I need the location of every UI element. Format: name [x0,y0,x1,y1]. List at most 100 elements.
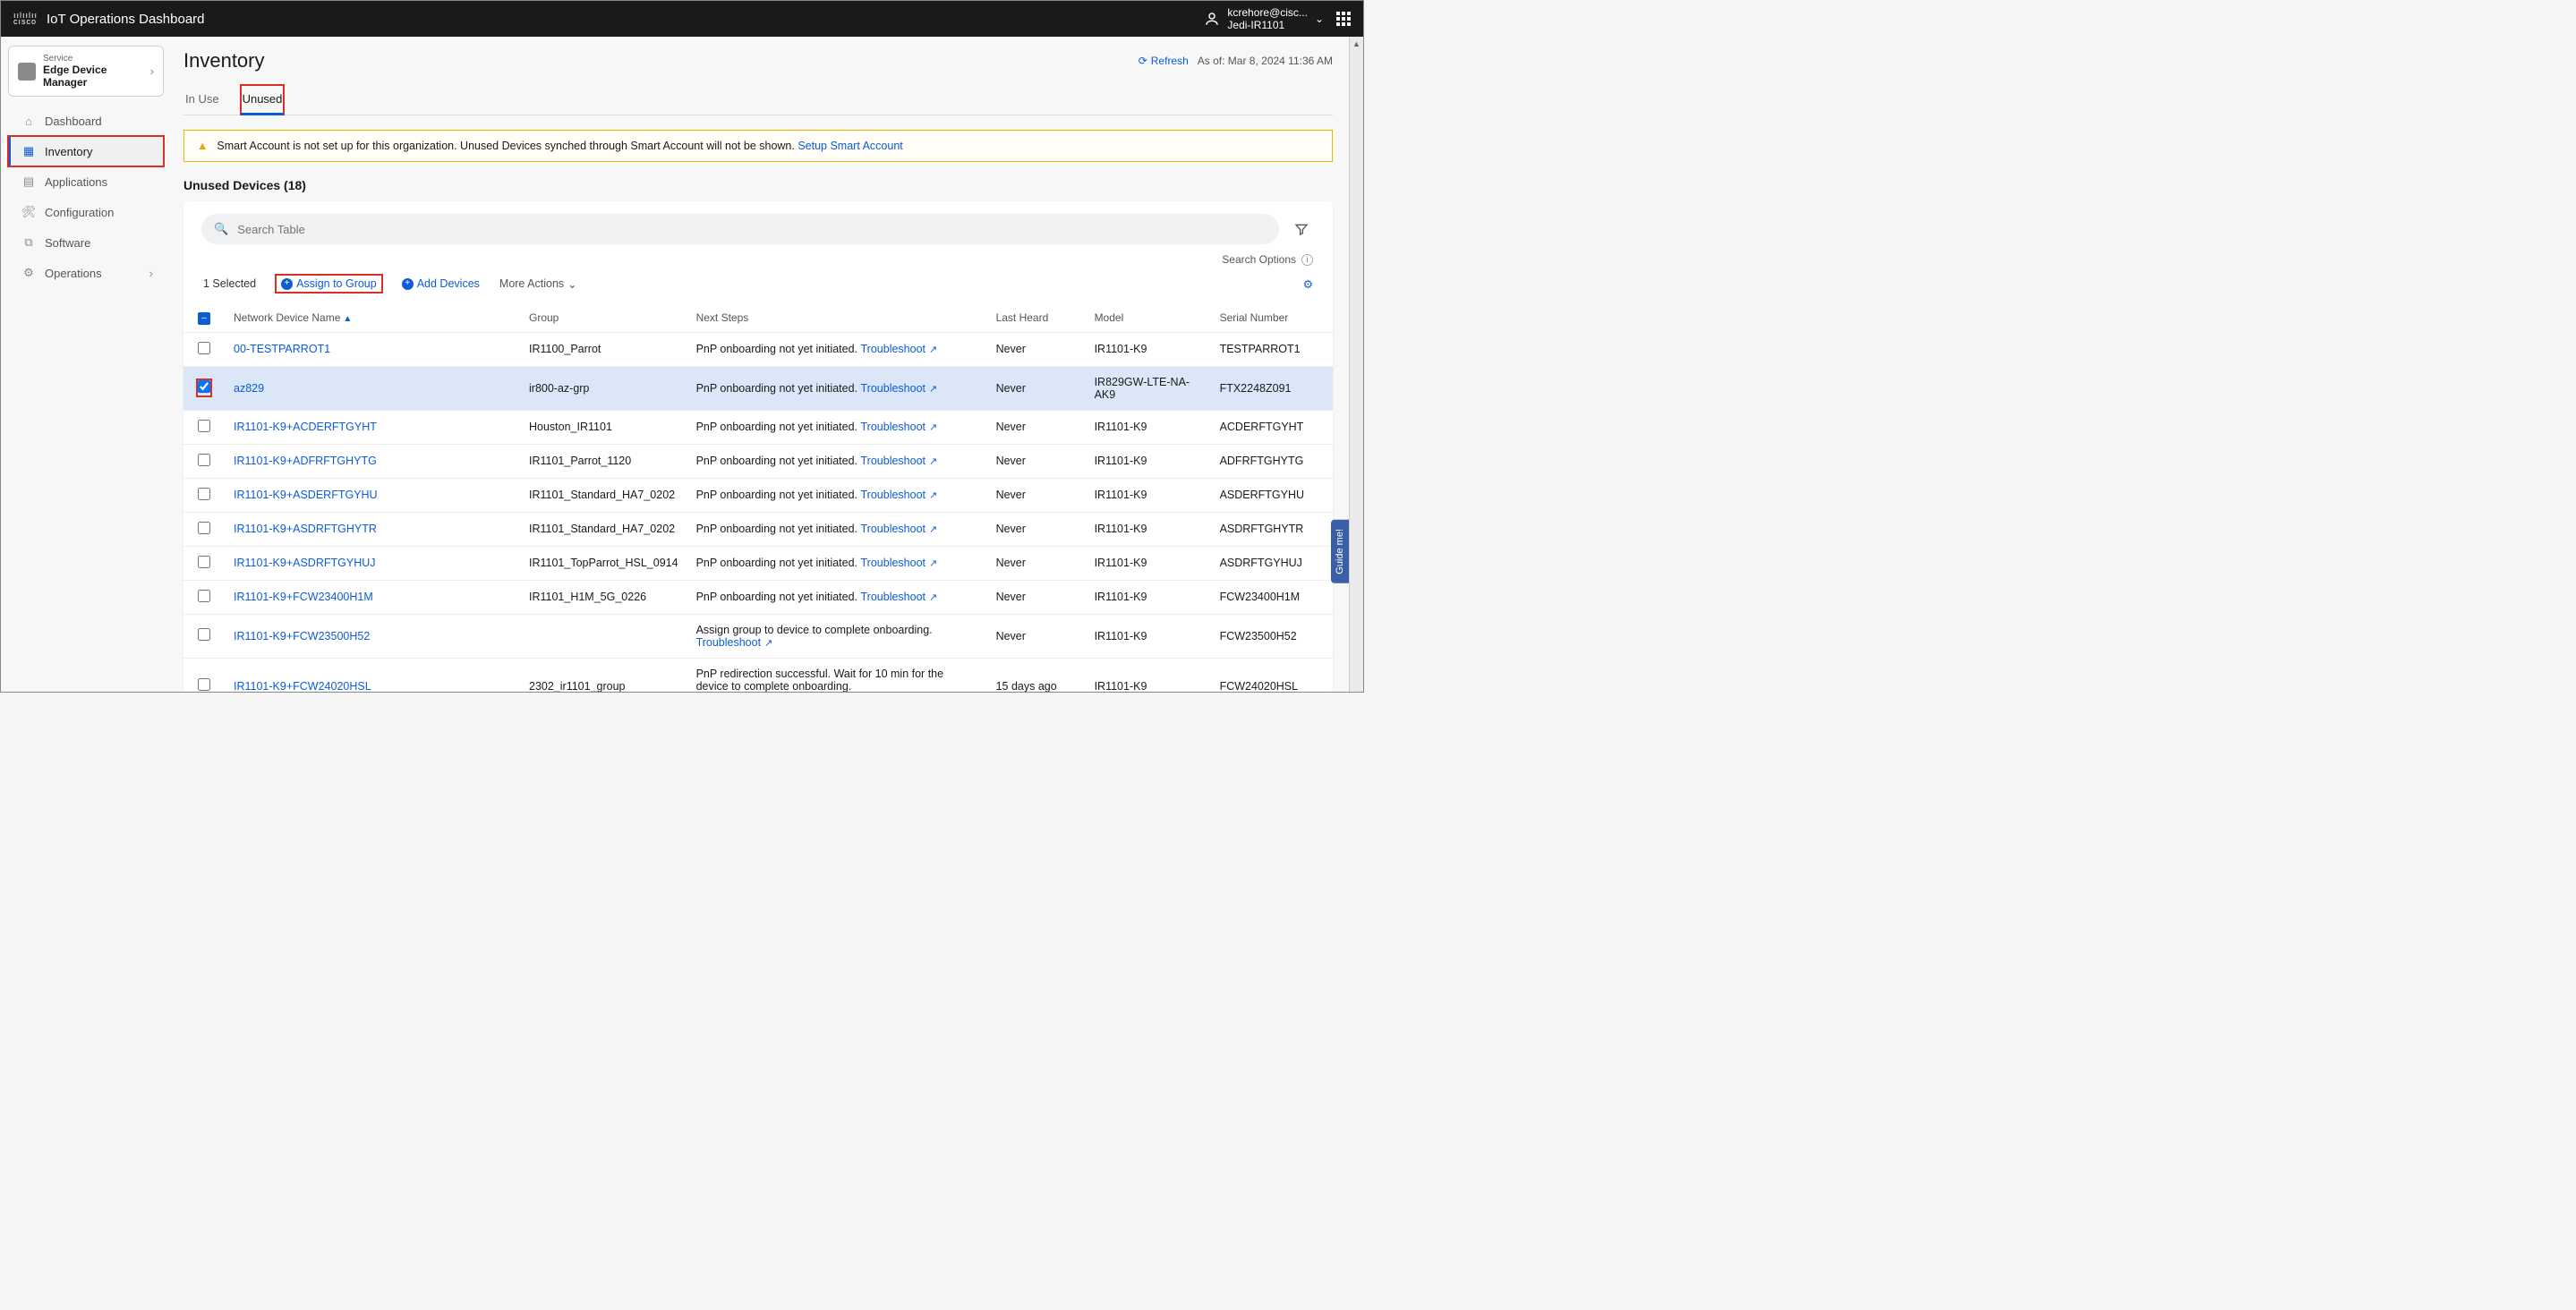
row-checkbox[interactable] [198,522,210,534]
device-name-link[interactable]: 00-TESTPARROT1 [234,343,330,355]
more-actions-menu[interactable]: More Actions ⌄ [499,277,577,291]
cell-group [520,614,687,658]
tab-in-use[interactable]: In Use [183,85,221,115]
sidebar-item-dashboard[interactable]: ⌂ Dashboard [8,106,164,136]
troubleshoot-link[interactable]: Troubleshoot [861,343,938,355]
info-icon[interactable]: i [1301,254,1313,266]
column-header-next[interactable]: Next Steps [687,303,987,332]
column-header-group[interactable]: Group [520,303,687,332]
troubleshoot-link[interactable]: Troubleshoot [861,557,938,569]
browser-scrollbar[interactable]: ▲ [1349,37,1363,692]
row-checkbox[interactable] [198,628,210,641]
cell-serial: FTX2248Z091 [1211,366,1333,410]
service-icon [18,63,36,81]
external-link-icon [929,523,937,535]
add-devices-button[interactable]: + Add Devices [402,277,480,290]
sidebar-item-software[interactable]: ⧉ Software [8,227,164,258]
refresh-button[interactable]: ⟳ Refresh [1139,55,1189,67]
search-options-link[interactable]: Search Options [1222,253,1296,266]
applications-icon: ▤ [21,174,36,189]
external-link-icon [929,455,937,467]
sidebar-item-inventory[interactable]: ▦ Inventory [8,136,164,166]
device-name-link[interactable]: IR1101-K9+ASDERFTGYHU [234,489,378,501]
external-link-icon [929,343,937,355]
cell-heard: Never [987,614,1086,658]
scroll-up-arrow[interactable]: ▲ [1350,37,1363,51]
row-checkbox[interactable] [198,380,210,393]
assign-label: Assign to Group [296,277,377,290]
device-name-link[interactable]: IR1101-K9+ASDRFTGHYTR [234,523,377,535]
cell-model: IR1101-K9 [1086,332,1211,366]
row-checkbox[interactable] [198,556,210,568]
sidebar-item-label: Software [45,236,90,250]
chevron-right-icon: › [149,267,153,280]
row-checkbox[interactable] [198,342,210,354]
tab-unused[interactable]: Unused [241,85,285,115]
sidebar-item-label: Operations [45,267,102,280]
row-checkbox[interactable] [198,590,210,602]
sidebar-item-label: Dashboard [45,115,102,128]
table-row: IR1101-K9+ASDERFTGYHU IR1101_Standard_HA… [183,478,1333,512]
filter-button[interactable] [1288,216,1315,242]
asof-timestamp: As of: Mar 8, 2024 11:36 AM [1198,55,1333,67]
setup-smart-account-link[interactable]: Setup Smart Account [798,140,902,152]
column-header-serial[interactable]: Serial Number [1211,303,1333,332]
cell-group: 2302_ir1101_group [520,658,687,692]
column-header-heard[interactable]: Last Heard [987,303,1086,332]
cell-next: PnP onboarding not yet initiated. Troubl… [687,546,987,580]
external-link-icon [929,382,937,395]
troubleshoot-link[interactable]: Troubleshoot [861,455,938,467]
row-checkbox[interactable] [198,488,210,500]
device-name-link[interactable]: IR1101-K9+ADFRFTGHYTG [234,455,377,467]
troubleshoot-link[interactable]: Troubleshoot [861,382,938,395]
row-checkbox[interactable] [198,420,210,432]
column-header-model[interactable]: Model [1086,303,1211,332]
alert-text: Smart Account is not set up for this org… [217,140,798,152]
sort-asc-icon: ▲ [343,314,352,324]
cell-group: IR1101_Standard_HA7_0202 [520,512,687,546]
search-box[interactable]: 🔍 [201,214,1279,244]
column-header-name[interactable]: Network Device Name▲ [225,303,520,332]
external-link-icon [764,636,772,649]
service-switcher[interactable]: Service Edge Device Manager › [8,46,164,97]
device-name-link[interactable]: IR1101-K9+FCW23400H1M [234,591,373,603]
sidebar-item-applications[interactable]: ▤ Applications [8,166,164,197]
device-name-link[interactable]: IR1101-K9+FCW24020HSL [234,680,371,693]
cell-next: PnP redirection successful. Wait for 10 … [687,658,987,692]
guide-me-tab[interactable]: Guide me! [1331,520,1349,583]
cell-next: PnP onboarding not yet initiated. Troubl… [687,410,987,444]
more-label: More Actions [499,277,564,290]
topbar: ıılıılıı cısco IoT Operations Dashboard … [1,1,1363,37]
assign-to-group-button[interactable]: + Assign to Group [276,275,382,293]
sidebar-item-configuration[interactable]: 🛠 Configuration [8,197,164,227]
product-title: IoT Operations Dashboard [47,12,205,27]
cell-serial: FCW23500H52 [1211,614,1333,658]
troubleshoot-link[interactable]: Troubleshoot [861,421,938,433]
table-row: IR1101-K9+ASDRFTGYHUJ IR1101_TopParrot_H… [183,546,1333,580]
cell-heard: Never [987,580,1086,614]
row-checkbox[interactable] [198,454,210,466]
cell-group: IR1101_H1M_5G_0226 [520,580,687,614]
row-checkbox[interactable] [198,678,210,691]
user-menu[interactable]: kcrehore@cisc... Jedi-IR1101 ⌄ [1204,6,1324,31]
sidebar-item-operations[interactable]: ⚙ Operations › [8,258,164,288]
external-link-icon [929,421,937,433]
external-link-icon [929,557,937,569]
device-name-link[interactable]: IR1101-K9+ACDERFTGYHT [234,421,377,433]
device-name-link[interactable]: az829 [234,382,264,395]
chevron-right-icon: › [150,64,154,78]
apps-grid-icon[interactable] [1336,12,1351,26]
tabs: In Use Unused [183,85,1333,115]
cell-serial: FCW24020HSL [1211,658,1333,692]
troubleshoot-link[interactable]: Troubleshoot [861,489,938,501]
select-all-checkbox[interactable]: – [198,312,210,325]
troubleshoot-link[interactable]: Troubleshoot [696,636,773,649]
search-input[interactable] [237,223,1267,236]
device-name-link[interactable]: IR1101-K9+ASDRFTGYHUJ [234,557,376,569]
troubleshoot-link[interactable]: Troubleshoot [861,523,938,535]
sidebar: Service Edge Device Manager › ⌂ Dashboar… [1,37,171,692]
device-name-link[interactable]: IR1101-K9+FCW23500H52 [234,630,370,642]
troubleshoot-link[interactable]: Troubleshoot [861,591,938,603]
table-settings-button[interactable]: ⚙ [1303,277,1313,291]
cell-serial: TESTPARROT1 [1211,332,1333,366]
